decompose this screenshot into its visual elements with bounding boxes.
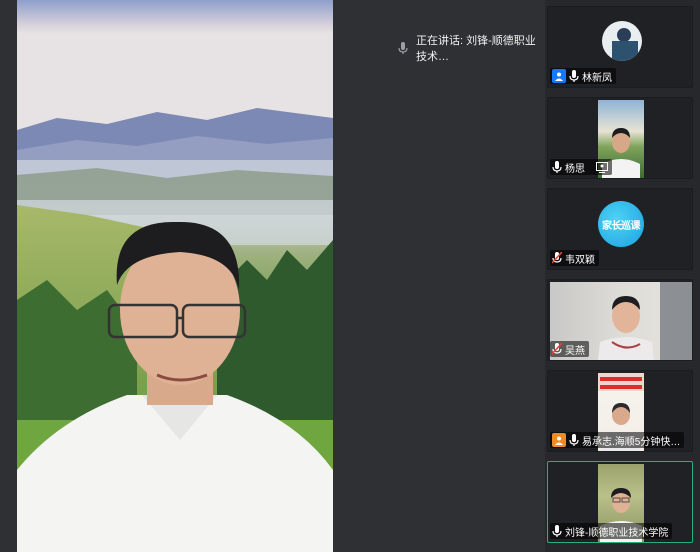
participant-sidebar[interactable]: 林新凤 杨思 家长巡课 韦双颖 吴燕 易承志.海顺5分钟快… 刘锋-顺德职业技术… (545, 0, 700, 552)
microphone-muted-icon (551, 251, 563, 264)
active-speaker-label: 正在讲话: 刘锋-顺德职业技术… (416, 35, 536, 63)
user-avatar-icon (552, 433, 566, 447)
participant-name: 易承志.海顺5分钟快… (582, 436, 681, 448)
participant-name-bar: 杨思 (550, 159, 612, 175)
main-stage: 正在讲话: 刘锋-顺德职业技术… (0, 0, 545, 552)
participant-tile-active[interactable]: 刘锋-顺德职业技术学院 (547, 461, 693, 543)
participant-video (602, 21, 642, 61)
participant-tile[interactable]: 杨思 (547, 97, 693, 179)
participant-name-bar: 易承志.海顺5分钟快… (550, 432, 685, 448)
participant-name-bar: 吴燕 (550, 341, 589, 357)
microphone-icon (398, 42, 408, 54)
participant-logo: 家长巡课 (598, 201, 644, 247)
active-speaker-indicator: 正在讲话: 刘锋-顺德职业技术… (398, 35, 545, 63)
microphone-icon (552, 525, 562, 537)
participant-tile[interactable]: 易承志.海顺5分钟快… (547, 370, 693, 452)
microphone-muted-icon (551, 342, 563, 355)
participant-name: 吴燕 (565, 345, 585, 357)
microphone-icon (552, 161, 562, 173)
participant-name: 韦双颖 (565, 254, 595, 266)
screen-share-icon (596, 161, 608, 173)
participant-name: 杨思 (565, 163, 585, 175)
participant-name: 林新凤 (582, 72, 612, 84)
participant-name: 刘锋-顺德职业技术学院 (565, 527, 669, 539)
speaker-person (17, 221, 333, 552)
main-speaker-video[interactable] (17, 0, 333, 552)
participant-name-bar: 韦双颖 (550, 250, 599, 266)
participant-tile[interactable]: 吴燕 (547, 279, 693, 361)
microphone-icon (569, 70, 579, 82)
user-avatar-icon (552, 69, 566, 83)
participant-name-bar: 刘锋-顺德职业技术学院 (550, 523, 673, 539)
participant-name-bar: 林新凤 (550, 68, 616, 84)
microphone-icon (569, 434, 579, 446)
participant-tile[interactable]: 林新凤 (547, 6, 693, 88)
participant-tile[interactable]: 家长巡课 韦双颖 (547, 188, 693, 270)
